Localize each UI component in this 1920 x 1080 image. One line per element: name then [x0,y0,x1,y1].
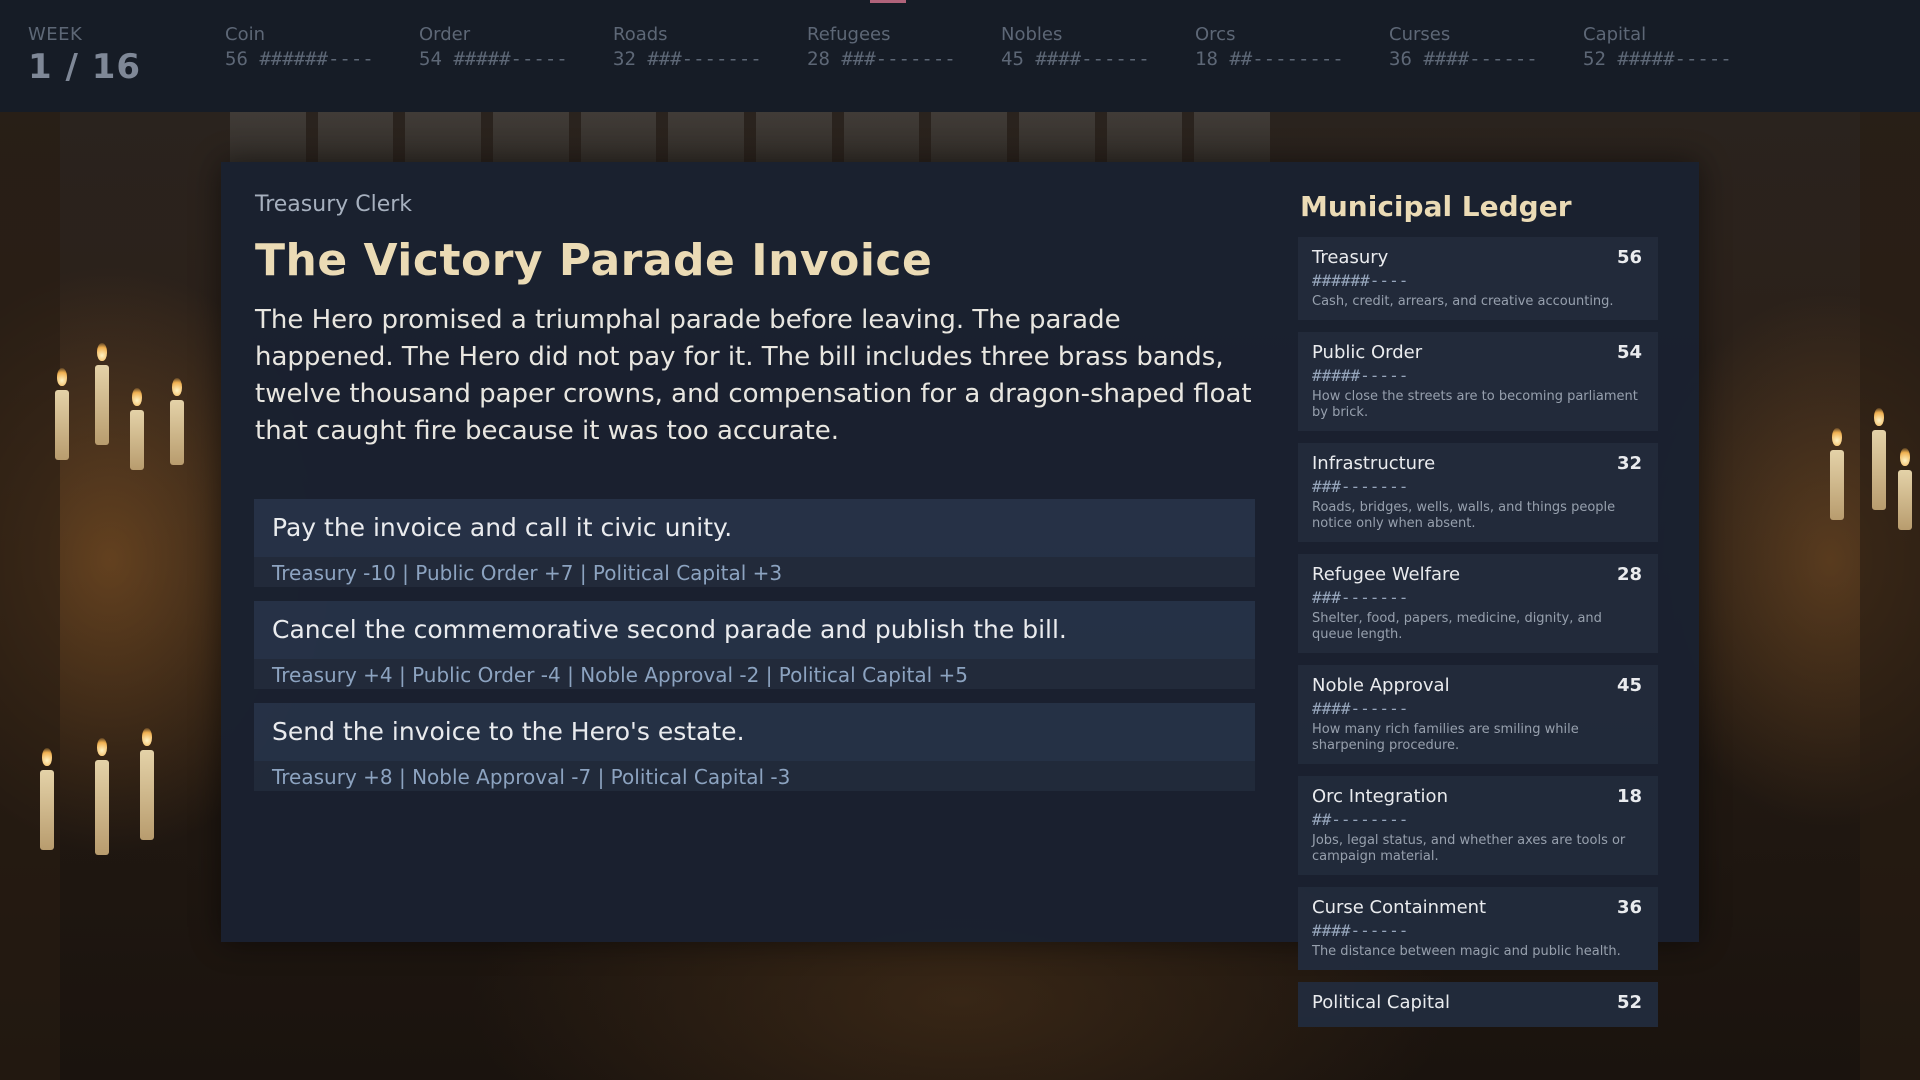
stat-value: 45 ####------ [1001,48,1150,70]
ledger-item-political-capital: Political Capital 52 [1298,982,1658,1027]
ledger-item-note: Roads, bridges, wells, walls, and things… [1312,500,1616,531]
stat-value: 36 ####------ [1389,48,1538,70]
ledger-item-name: Refugee Welfare [1312,564,1461,585]
ledger-item-value: 32 [1616,453,1642,474]
ledger-item-bar: ######---- [1312,271,1409,290]
ledger-item-name: Orc Integration [1312,786,1448,807]
ledger-item-noble-approval: Noble Approval 45 ####------ How many ri… [1298,665,1658,764]
stat-label: Orcs [1195,24,1236,45]
top-accent [870,0,906,3]
choice-list: Pay the invoice and call it civic unity.… [254,499,1255,805]
stat-value: 52 #####----- [1583,48,1732,70]
ledger-item-bar: #####----- [1312,366,1409,385]
ledger-item-bar: ##-------- [1312,810,1409,829]
municipal-ledger: Municipal Ledger Treasury 56 ######---- … [1298,190,1658,1039]
ledger-item-value: 52 [1616,992,1642,1013]
ledger-item-name: Public Order [1312,342,1423,363]
ledger-item-value: 45 [1616,675,1642,696]
ledger-item-bar: ####------ [1312,699,1409,718]
event-speaker: Treasury Clerk [255,192,413,217]
stat-label: Refugees [807,24,891,45]
stat-value: 28 ###------- [807,48,956,70]
stat-value: 18 ##-------- [1195,48,1344,70]
choice-label: Cancel the commemorative second parade a… [254,601,1255,659]
ledger-item-note: Shelter, food, papers, medicine, dignity… [1312,611,1602,642]
stat-curses: Curses 36 ####------ [1389,24,1538,70]
week-label: WEEK [28,24,83,45]
stat-value: 56 ######---- [225,48,374,70]
choice-send-invoice-button[interactable]: Send the invoice to the Hero's estate. T… [254,703,1255,791]
stat-label: Curses [1389,24,1451,45]
stat-roads: Roads 32 ###------- [613,24,762,70]
stat-label: Capital [1583,24,1647,45]
ledger-item-treasury: Treasury 56 ######---- Cash, credit, arr… [1298,237,1658,320]
ledger-item-name: Curse Containment [1312,897,1487,918]
ledger-item-name: Treasury [1312,247,1389,268]
choice-effects: Treasury +8 | Noble Approval -7 | Politi… [272,765,791,789]
stat-capital: Capital 52 #####----- [1583,24,1732,70]
top-status-bar: WEEK 1 / 16 Coin 56 ######---- Order 54 … [0,0,1920,112]
ledger-list: Treasury 56 ######---- Cash, credit, arr… [1298,237,1658,1027]
stat-nobles: Nobles 45 ####------ [1001,24,1150,70]
choice-label: Pay the invoice and call it civic unity. [254,499,1255,557]
ledger-item-curse-containment: Curse Containment 36 ####------ The dist… [1298,887,1658,970]
ledger-item-note: How close the streets are to becoming pa… [1312,389,1638,420]
stat-label: Nobles [1001,24,1063,45]
choice-effects: Treasury -10 | Public Order +7 | Politic… [272,561,783,585]
week-counter: WEEK 1 / 16 [28,24,141,87]
ledger-item-note: The distance between magic and public he… [1312,944,1621,959]
ledger-item-note: How many rich families are smiling while… [1312,722,1579,753]
event-title: The Victory Parade Invoice [255,235,933,286]
ledger-item-public-order: Public Order 54 #####----- How close the… [1298,332,1658,431]
ledger-item-note: Cash, credit, arrears, and creative acco… [1312,294,1614,309]
ledger-item-value: 18 [1616,786,1642,807]
background-windows [230,112,1271,162]
ledger-item-name: Political Capital [1312,992,1451,1013]
stat-label: Coin [225,24,265,45]
stat-coin: Coin 56 ######---- [225,24,374,70]
ledger-item-infrastructure: Infrastructure 32 ###------- Roads, brid… [1298,443,1658,542]
stat-orcs: Orcs 18 ##-------- [1195,24,1344,70]
event-card: Treasury Clerk The Victory Parade Invoic… [221,162,1699,1027]
ledger-item-bar: ###------- [1312,477,1409,496]
stat-refugees: Refugees 28 ###------- [807,24,956,70]
ledger-item-value: 56 [1616,247,1642,268]
stat-label: Roads [613,24,668,45]
choice-cancel-parade-button[interactable]: Cancel the commemorative second parade a… [254,601,1255,689]
ledger-item-orc-integration: Orc Integration 18 ##-------- Jobs, lega… [1298,776,1658,875]
ledger-item-value: 28 [1616,564,1642,585]
stat-value: 32 ###------- [613,48,762,70]
stat-value: 54 #####----- [419,48,568,70]
stat-order: Order 54 #####----- [419,24,568,70]
choice-effects: Treasury +4 | Public Order -4 | Noble Ap… [272,663,969,687]
choice-label: Send the invoice to the Hero's estate. [254,703,1255,761]
ledger-item-refugee-welfare: Refugee Welfare 28 ###------- Shelter, f… [1298,554,1658,653]
week-value: 1 / 16 [28,47,142,87]
stat-label: Order [419,24,471,45]
ledger-item-value: 36 [1616,897,1642,918]
ledger-title: Municipal Ledger [1300,190,1572,223]
ledger-item-name: Noble Approval [1312,675,1450,696]
event-panel: Treasury Clerk The Victory Parade Invoic… [255,192,1255,450]
ledger-item-note: Jobs, legal status, and whether axes are… [1312,833,1626,864]
ledger-item-name: Infrastructure [1312,453,1436,474]
ledger-item-value: 54 [1616,342,1642,363]
ledger-item-bar: ####------ [1312,921,1409,940]
event-description: The Hero promised a triumphal parade bef… [255,305,1252,446]
choice-pay-invoice-button[interactable]: Pay the invoice and call it civic unity.… [254,499,1255,587]
ledger-item-bar: ###------- [1312,588,1409,607]
